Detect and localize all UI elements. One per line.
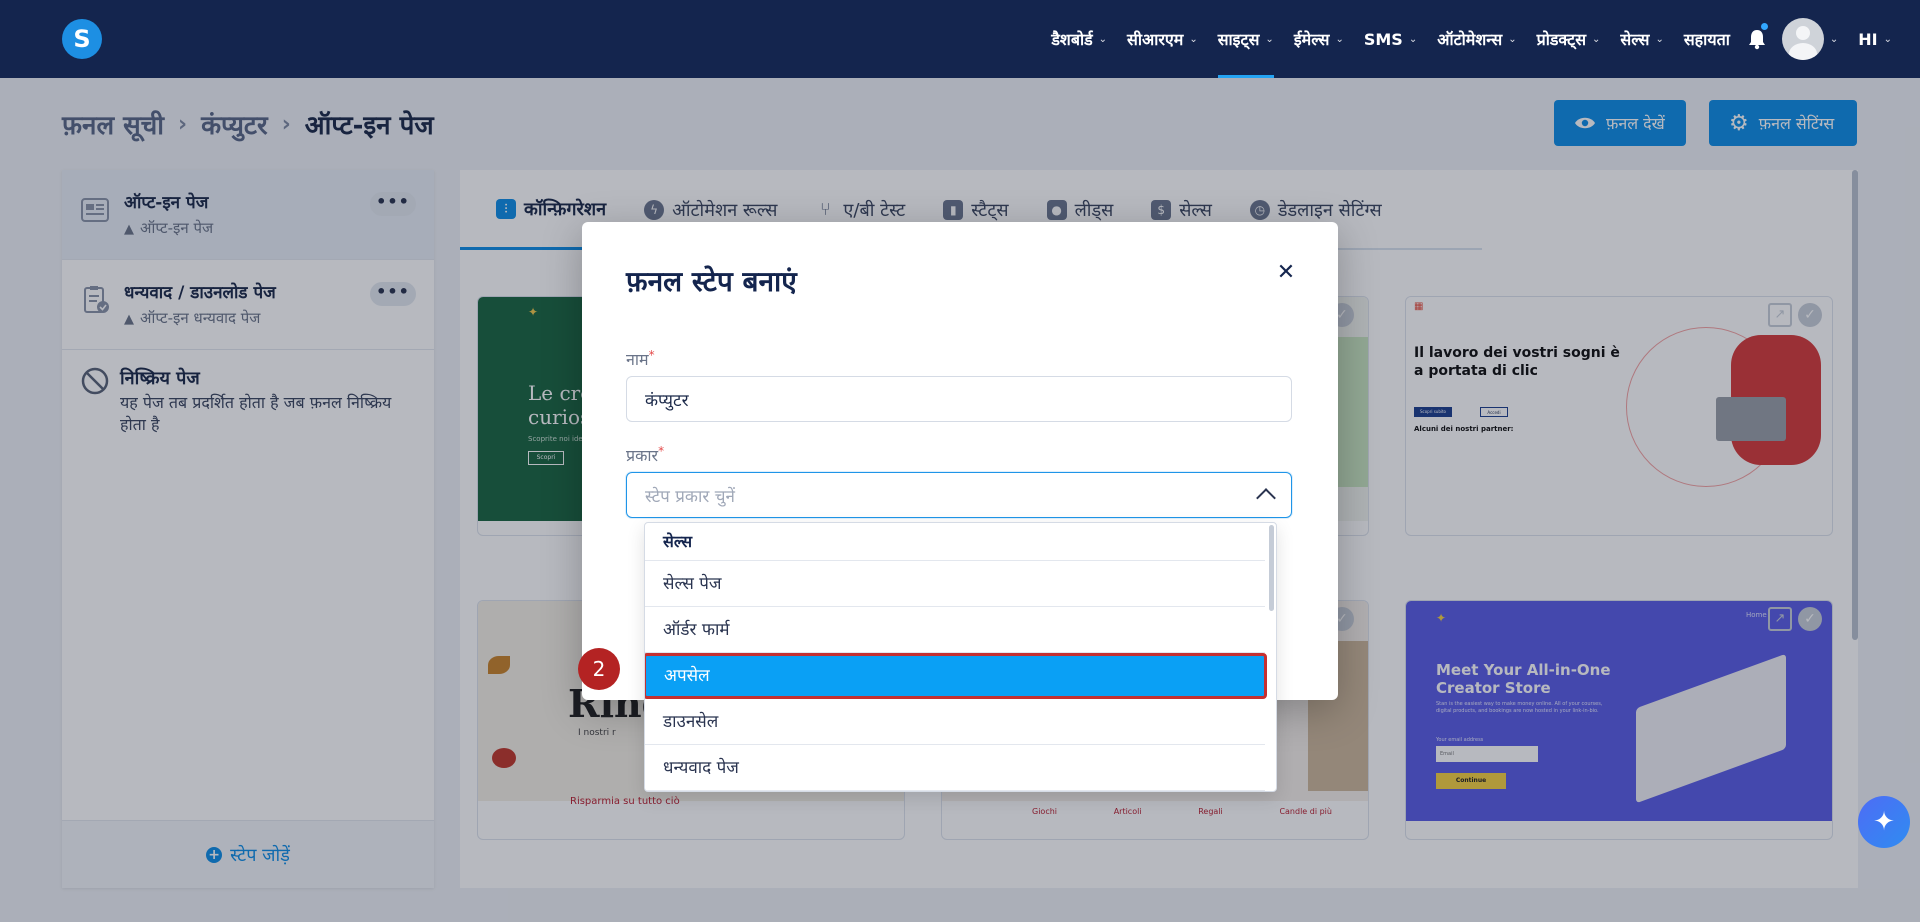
required-asterisk: *	[648, 348, 655, 362]
chevron-down-icon: ⌄	[1829, 33, 1839, 45]
chevron-down-icon: ⌄	[1189, 33, 1198, 45]
nav-item-sms[interactable]: SMS ⌄	[1354, 0, 1427, 78]
chevron-down-icon: ⌄	[1883, 33, 1892, 45]
name-field-label: नाम*	[626, 348, 655, 370]
modal-title: फ़नल स्टेप बनाएं	[626, 265, 797, 298]
notifications-bell-icon[interactable]	[1740, 0, 1774, 78]
nav-item-label: सीआरएम	[1127, 30, 1184, 49]
nav-menu: डैशबोर्ड ⌄ सीआरएम ⌄ साइट्स ⌄ ईमेल्स ⌄ SMS ⌄ ऑ…	[1041, 0, 1920, 78]
dropdown-option[interactable]: डाउनसेल	[645, 699, 1265, 745]
type-label-text: प्रकार	[626, 446, 659, 465]
chevron-down-icon: ⌄	[1335, 33, 1344, 45]
nav-item-label: ईमेल्स	[1293, 30, 1330, 49]
nav-item-products[interactable]: प्रोडक्ट्स ⌄	[1527, 0, 1611, 78]
close-icon[interactable]: ✕	[1274, 262, 1298, 286]
user-menu-toggle[interactable]: ⌄	[1824, 0, 1848, 78]
nav-item-emails[interactable]: ईमेल्स ⌄	[1284, 0, 1354, 78]
dropdown-option[interactable]: धन्यवाद पेज	[645, 745, 1265, 791]
notification-dot	[1760, 23, 1768, 30]
dropdown-option[interactable]: सेल्स पेज	[645, 561, 1265, 607]
step-name-value: कंप्युटर	[645, 390, 689, 411]
nav-item-sites[interactable]: साइट्स ⌄	[1208, 0, 1284, 78]
name-label-text: नाम	[626, 350, 649, 369]
nav-item-label: SMS	[1363, 29, 1403, 49]
chevron-down-icon: ⌄	[1408, 33, 1418, 45]
chevron-down-icon: ⌄	[1655, 33, 1664, 45]
nav-item-help[interactable]: सहायता	[1674, 0, 1740, 78]
nav-item-sales[interactable]: सेल्स ⌄	[1610, 0, 1673, 78]
chevron-down-icon: ⌄	[1508, 33, 1517, 45]
user-avatar[interactable]	[1781, 18, 1824, 60]
nav-item-crm[interactable]: सीआरएम ⌄	[1117, 0, 1208, 78]
required-asterisk: *	[658, 444, 665, 458]
chevron-up-icon	[1256, 488, 1276, 508]
chevron-down-icon: ⌄	[1098, 33, 1108, 45]
dropdown-scrollbar[interactable]	[1269, 525, 1274, 611]
step-type-dropdown: सेल्स सेल्स पेज ऑर्डर फार्म अपसेल डाउनसे…	[644, 522, 1277, 792]
top-navigation-bar: S डैशबोर्ड ⌄ सीआरएम ⌄ साइट्स ⌄ ईमेल्स ⌄ SMS ⌄…	[0, 0, 1920, 78]
nav-item-label: सेल्स	[1620, 30, 1650, 49]
step-type-placeholder: स्टेप प्रकार चुनें	[645, 486, 735, 507]
chevron-down-icon: ⌄	[1592, 33, 1601, 45]
nav-item-label: साइट्स	[1217, 30, 1260, 49]
nav-item-label: डैशबोर्ड	[1051, 30, 1093, 49]
dropdown-group-header: सेल्स	[645, 523, 1265, 561]
nav-item-dashboard[interactable]: डैशबोर्ड ⌄	[1041, 0, 1117, 78]
user-initials-menu[interactable]: HI ⌄	[1848, 0, 1902, 78]
nav-item-label: सहायता	[1683, 30, 1730, 49]
type-field-label: प्रकार*	[626, 444, 664, 466]
user-initials: HI	[1858, 29, 1878, 49]
step-type-select[interactable]: स्टेप प्रकार चुनें	[626, 472, 1292, 518]
dropdown-option[interactable]: ऑर्डर फार्म	[645, 607, 1265, 653]
dropdown-option-highlighted[interactable]: अपसेल	[645, 653, 1267, 699]
chevron-down-icon: ⌄	[1265, 33, 1274, 45]
ai-assistant-sparkle-icon[interactable]: ✦	[1858, 796, 1910, 848]
app-logo[interactable]: S	[62, 19, 102, 59]
nav-item-automations[interactable]: ऑटोमेशन्स ⌄	[1427, 0, 1526, 78]
nav-item-label: ऑटोमेशन्स	[1437, 30, 1503, 49]
step-name-input[interactable]: कंप्युटर	[626, 376, 1292, 422]
annotation-step-badge: 2	[578, 648, 620, 690]
nav-item-label: प्रोडक्ट्स	[1536, 30, 1587, 49]
